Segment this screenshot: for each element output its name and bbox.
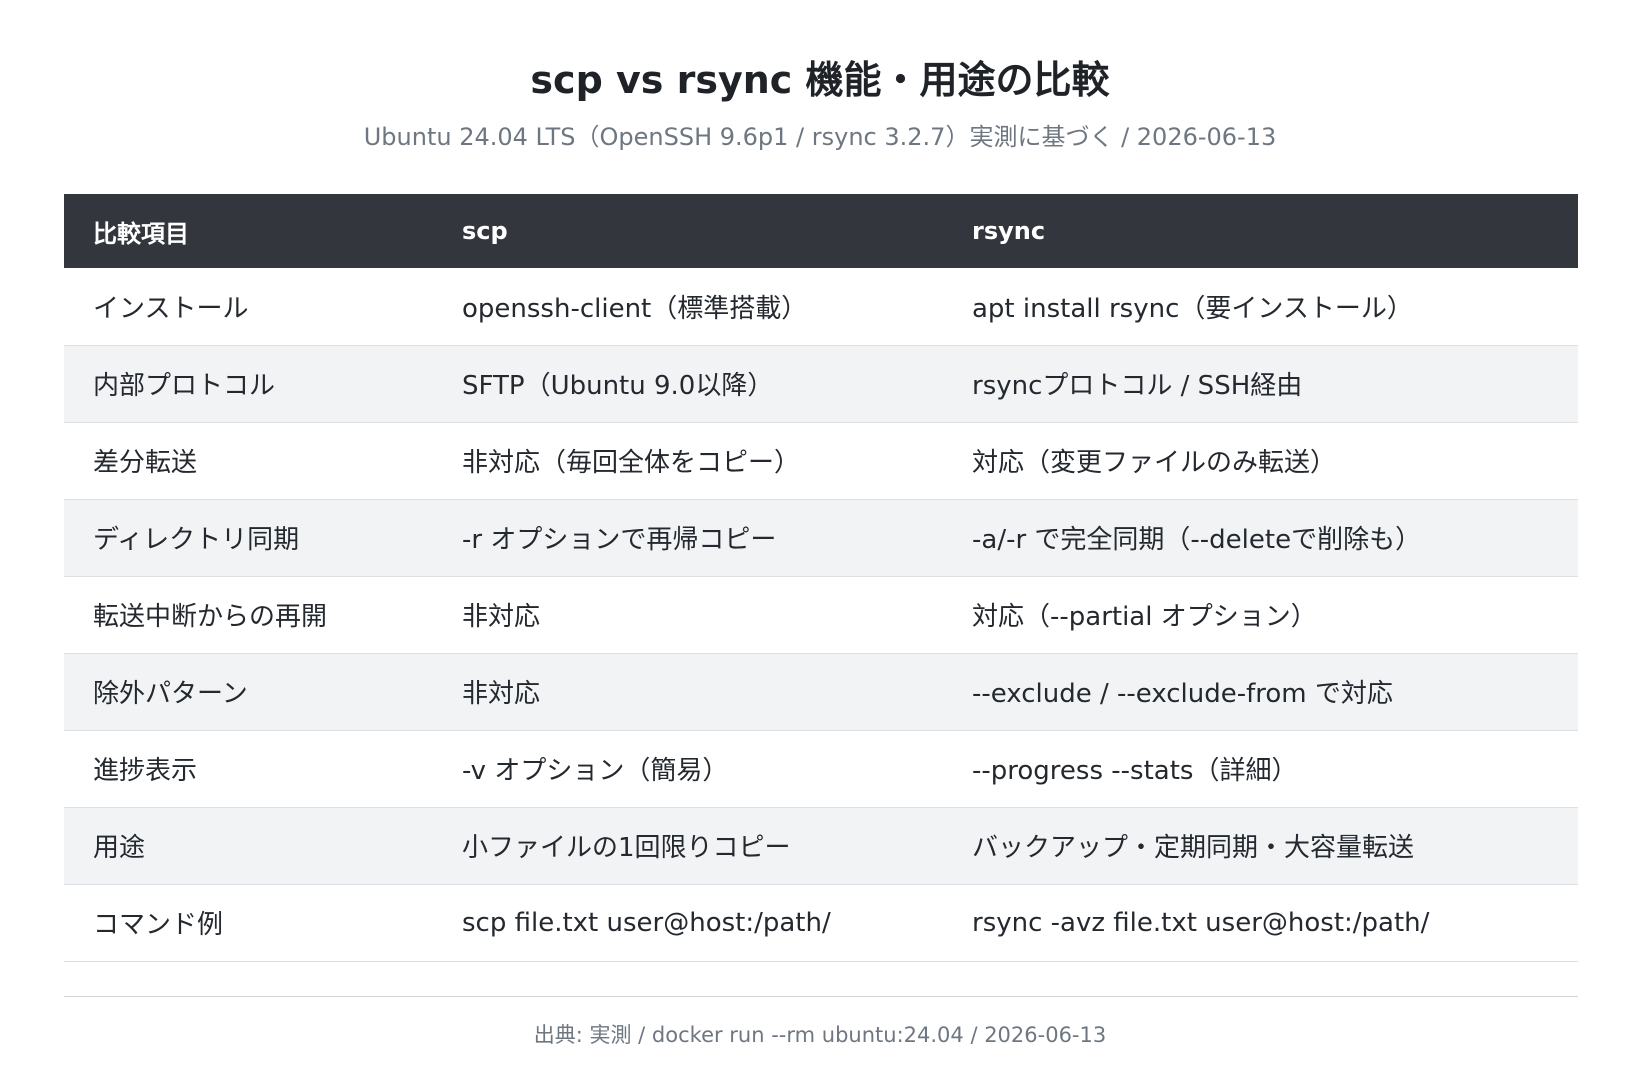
- table-header: 比較項目 scp rsync: [64, 194, 1578, 268]
- page-title: scp vs rsync 機能・用途の比較: [530, 58, 1110, 102]
- rsync-cell: バックアップ・定期同期・大容量転送: [972, 833, 1415, 863]
- table-row: 除外パターン 非対応 --exclude / --exclude-from で対…: [64, 653, 1578, 730]
- table-row: 転送中断からの再開 非対応 対応（--partial オプション）: [64, 576, 1578, 653]
- table-row: 進捗表示 -v オプション（簡易） --progress --stats（詳細）: [64, 730, 1578, 807]
- rsync-cell: apt install rsync（要インストール）: [972, 293, 1413, 324]
- page-subtitle: Ubuntu 24.04 LTS（OpenSSH 9.6p1 / rsync 3…: [363, 123, 1277, 151]
- rsync-cell: --progress --stats（詳細）: [972, 756, 1298, 786]
- scp-cell: openssh-client（標準搭載）: [462, 293, 808, 324]
- rsync-cell: --exclude / --exclude-from で対応: [972, 679, 1393, 709]
- feature-cell: 用途: [93, 833, 146, 863]
- scp-cell: 非対応（毎回全体をコピー）: [462, 448, 801, 478]
- scp-cell: 非対応: [462, 679, 541, 709]
- feature-cell: 除外パターン: [93, 679, 248, 709]
- rsync-cell: rsync -avz file.txt user@host:/path/: [972, 907, 1430, 938]
- rsync-cell: 対応（--partial オプション）: [972, 602, 1317, 632]
- table-row: コマンド例 scp file.txt user@host:/path/ rsyn…: [64, 884, 1578, 961]
- scp-cell: SFTP（Ubuntu 9.0以降）: [462, 371, 774, 401]
- table-row: 内部プロトコル SFTP（Ubuntu 9.0以降） rsyncプロトコル / …: [64, 345, 1578, 422]
- table-row: 用途 小ファイルの1回限りコピー バックアップ・定期同期・大容量転送: [64, 807, 1578, 884]
- scp-cell: -r オプションで再帰コピー: [462, 525, 777, 555]
- column-header-feature: 比較項目: [93, 219, 189, 248]
- footer-divider: [64, 996, 1578, 997]
- table-header-row: 比較項目 scp rsync: [64, 194, 1578, 268]
- scp-cell: -v オプション（簡易）: [462, 756, 729, 786]
- scp-cell: scp file.txt user@host:/path/: [462, 907, 831, 938]
- comparison-table-container: 比較項目 scp rsync インストール openssh-client（標準搭…: [64, 194, 1578, 962]
- column-header-rsync: rsync: [972, 217, 1046, 245]
- rsync-cell: rsyncプロトコル / SSH経由: [972, 371, 1303, 401]
- feature-cell: 進捗表示: [93, 756, 198, 786]
- feature-cell: 差分転送: [93, 448, 198, 478]
- feature-cell: コマンド例: [93, 910, 224, 940]
- rsync-cell: -a/-r で完全同期（--deleteで削除も）: [972, 525, 1422, 555]
- scp-cell: 非対応: [462, 602, 541, 632]
- rsync-cell: 対応（変更ファイルのみ転送）: [972, 448, 1337, 478]
- scp-cell: 小ファイルの1回限りコピー: [462, 833, 791, 863]
- feature-cell: ディレクトリ同期: [93, 525, 300, 555]
- comparison-table: 比較項目 scp rsync インストール openssh-client（標準搭…: [64, 194, 1578, 962]
- feature-cell: 転送中断からの再開: [93, 602, 328, 632]
- feature-cell: インストール: [93, 293, 249, 324]
- table-row: インストール openssh-client（標準搭載） apt install …: [64, 268, 1578, 345]
- source-footer: 出典: 実測 / docker run --rm ubuntu:24.04 / …: [533, 1023, 1107, 1047]
- table-row: 差分転送 非対応（毎回全体をコピー） 対応（変更ファイルのみ転送）: [64, 422, 1578, 499]
- table-row: ディレクトリ同期 -r オプションで再帰コピー -a/-r で完全同期（--de…: [64, 499, 1578, 576]
- feature-cell: 内部プロトコル: [93, 371, 276, 401]
- table-body: インストール openssh-client（標準搭載） apt install …: [64, 268, 1578, 961]
- column-header-scp: scp: [462, 217, 508, 245]
